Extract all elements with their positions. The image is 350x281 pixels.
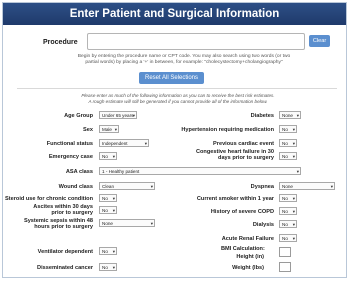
sex-select[interactable]: Male ▾ (99, 125, 119, 133)
sepsis-select[interactable]: None ▾ (99, 219, 155, 227)
dyspnea-select[interactable]: None ▾ (279, 182, 335, 190)
procedure-input[interactable] (87, 33, 305, 50)
previous-cardiac-event-value: No (282, 141, 288, 146)
ventilator-dependent-label: Ventilator dependent (37, 249, 93, 255)
emergency-case-value: No (102, 154, 108, 159)
copd-value: No (282, 209, 288, 214)
chevron-down-icon: ▾ (132, 113, 135, 118)
chevron-down-icon: ▾ (112, 265, 115, 270)
previous-cardiac-event-select[interactable]: No ▾ (279, 139, 297, 147)
diabetes-select[interactable]: None ▾ (279, 111, 301, 119)
chevron-down-icon: ▾ (296, 113, 299, 118)
asa-class-value: 1 - Healthy patient (102, 169, 140, 174)
current-smoker-label: Current smoker within 1 year (196, 196, 274, 202)
bmi-calculation-label: BMI Calculation: (221, 246, 265, 252)
dialysis-select[interactable]: No ▾ (279, 220, 297, 228)
functional-status-label: Functional status (46, 141, 93, 147)
age-group-label: Age Group (64, 113, 93, 119)
chevron-down-icon: ▾ (292, 222, 295, 227)
weight-input[interactable] (279, 262, 291, 272)
steroid-use-label: Steroid use for chronic condition (5, 196, 93, 202)
risk-calculator-panel: Enter Patient and Surgical Information P… (2, 2, 347, 278)
chevron-down-icon: ▾ (112, 249, 115, 254)
sex-value: Male (102, 127, 112, 132)
asa-class-select[interactable]: 1 - Healthy patient ▾ (99, 167, 301, 175)
disseminated-cancer-value: No (102, 265, 108, 270)
instructions-line2: A rough estimate will still be generated… (88, 99, 268, 104)
instructions-line1: Please enter as much of the following in… (81, 93, 275, 98)
copd-select[interactable]: No ▾ (279, 207, 297, 215)
hypertension-label: Hypertension requiring medication (181, 127, 274, 133)
chevron-down-icon: ▾ (296, 169, 299, 174)
chevron-down-icon: ▾ (112, 196, 115, 201)
chevron-down-icon: ▾ (112, 208, 115, 213)
chf-label: Congestive heart failure in 30 days prio… (195, 149, 274, 162)
wound-class-value: Clean (102, 184, 115, 189)
ascites-select[interactable]: No ▾ (99, 206, 117, 214)
dyspnea-label: Dyspnea (250, 184, 274, 190)
weight-label: Weight (lbs) (232, 265, 264, 271)
acute-renal-failure-select[interactable]: No ▾ (279, 234, 297, 242)
asa-class-label: ASA class (65, 169, 93, 175)
diabetes-label: Diabetes (250, 113, 274, 119)
current-smoker-select[interactable]: No ▾ (279, 194, 297, 202)
dialysis-value: No (282, 222, 288, 227)
sepsis-label: Systemic sepsis within 48 hours prior to… (23, 218, 93, 231)
wound-class-label: Wound class (58, 184, 93, 190)
chevron-down-icon: ▾ (112, 154, 115, 159)
chevron-down-icon: ▾ (150, 221, 153, 226)
chevron-down-icon: ▾ (330, 184, 333, 189)
emergency-case-select[interactable]: No ▾ (99, 152, 117, 160)
section-divider (17, 88, 337, 89)
copd-label: History of severe COPD (210, 209, 274, 215)
disseminated-cancer-label: Disseminated cancer (37, 265, 93, 271)
ventilator-dependent-select[interactable]: No ▾ (99, 247, 117, 255)
hypertension-select[interactable]: No ▾ (279, 125, 297, 133)
current-smoker-value: No (282, 196, 288, 201)
acute-renal-failure-label: Acute Renal Failure (221, 236, 274, 242)
age-group-select[interactable]: Under 65 years ▾ (99, 111, 137, 119)
clear-button[interactable]: Clear (309, 35, 330, 47)
chevron-down-icon: ▾ (292, 154, 295, 159)
ventilator-dependent-value: No (102, 249, 108, 254)
chevron-down-icon: ▾ (292, 209, 295, 214)
chevron-down-icon: ▾ (114, 127, 117, 132)
wound-class-select[interactable]: Clean ▾ (99, 182, 155, 190)
chevron-down-icon: ▾ (292, 236, 295, 241)
functional-status-select[interactable]: Independent ▾ (99, 139, 149, 147)
chevron-down-icon: ▾ (292, 141, 295, 146)
page-title: Enter Patient and Surgical Information (3, 3, 346, 25)
hypertension-value: No (282, 127, 288, 132)
chf-value: No (282, 154, 288, 159)
height-input[interactable] (279, 247, 291, 257)
ascites-label: Ascites within 30 days prior to surgery (33, 204, 93, 217)
chf-select[interactable]: No ▾ (279, 152, 297, 160)
ascites-value: No (102, 208, 108, 213)
steroid-use-select[interactable]: No ▾ (99, 194, 117, 202)
chevron-down-icon: ▾ (150, 184, 153, 189)
chevron-down-icon: ▾ (144, 141, 147, 146)
functional-status-value: Independent (102, 141, 128, 146)
height-label: Height (in) (236, 254, 264, 260)
dyspnea-value: None (282, 184, 293, 189)
procedure-label: Procedure (43, 39, 78, 46)
disseminated-cancer-select[interactable]: No ▾ (99, 263, 117, 271)
emergency-case-label: Emergency case (48, 154, 93, 160)
sepsis-value: None (102, 221, 113, 226)
age-group-value: Under 65 years (102, 113, 134, 118)
acute-renal-failure-value: No (282, 236, 288, 241)
chevron-down-icon: ▾ (292, 196, 295, 201)
previous-cardiac-event-label: Previous cardiac event (213, 141, 274, 147)
chevron-down-icon: ▾ (292, 127, 295, 132)
steroid-use-value: No (102, 196, 108, 201)
sex-label: Sex (83, 127, 93, 133)
diabetes-value: None (282, 113, 293, 118)
procedure-hint-line2: partial words) by placing a '+' in betwe… (85, 60, 283, 65)
dialysis-label: Dialysis (252, 222, 274, 228)
reset-all-selections-button[interactable]: Reset All Selections (139, 72, 204, 84)
